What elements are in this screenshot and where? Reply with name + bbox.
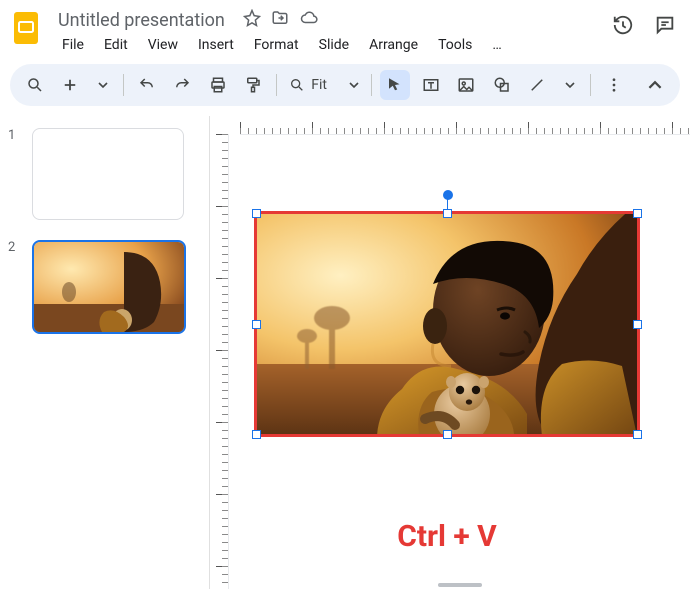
search-menu-button[interactable]	[20, 70, 50, 100]
doc-title[interactable]: Untitled presentation	[54, 8, 229, 31]
separator	[371, 74, 372, 96]
textbox-tool[interactable]	[416, 70, 446, 100]
line-tool[interactable]	[523, 70, 553, 100]
thumb-number: 1	[8, 128, 22, 143]
resize-handle-s[interactable]	[443, 430, 452, 439]
image-tool[interactable]	[451, 70, 481, 100]
resize-handle-e[interactable]	[633, 320, 642, 329]
speaker-notes-handle[interactable]	[438, 583, 482, 587]
slide-frame[interactable]: Ctrl + V	[254, 211, 664, 437]
shape-tool[interactable]	[487, 70, 517, 100]
cloud-status-icon[interactable]	[299, 9, 319, 31]
redo-button[interactable]	[167, 70, 197, 100]
new-slide-button[interactable]	[56, 70, 86, 100]
rotation-handle[interactable]	[443, 190, 453, 200]
ruler-horizontal	[240, 116, 690, 135]
resize-handle-n[interactable]	[443, 209, 452, 218]
thumb-number: 2	[8, 240, 22, 255]
paint-format-button[interactable]	[239, 70, 269, 100]
version-history-icon[interactable]	[612, 14, 634, 40]
separator	[276, 74, 277, 96]
zoom-dropdown[interactable]: Fit	[285, 70, 363, 100]
comments-icon[interactable]	[654, 14, 676, 40]
separator	[123, 74, 124, 96]
resize-handle-ne[interactable]	[633, 209, 642, 218]
slide-thumb-1[interactable]	[32, 128, 184, 220]
filmstrip: 1 2	[0, 116, 210, 589]
menu-bar: File Edit View Insert Format Slide Arran…	[54, 33, 510, 57]
resize-handle-sw[interactable]	[252, 430, 261, 439]
move-folder-icon[interactable]	[271, 9, 289, 31]
menu-tools[interactable]: Tools	[430, 33, 480, 57]
pasted-image-selection[interactable]	[254, 211, 640, 437]
menu-format[interactable]: Format	[246, 33, 307, 57]
slide-thumb-2[interactable]	[32, 240, 186, 334]
separator	[590, 74, 591, 96]
toolbar-collapse-button[interactable]	[640, 70, 670, 100]
line-tool-dropdown[interactable]	[558, 70, 582, 100]
undo-button[interactable]	[132, 70, 162, 100]
menu-overflow[interactable]: …	[484, 33, 509, 57]
menu-file[interactable]: File	[54, 33, 92, 57]
menu-slide[interactable]: Slide	[311, 33, 357, 57]
print-button[interactable]	[203, 70, 233, 100]
zoom-label: Fit	[309, 77, 333, 93]
menu-edit[interactable]: Edit	[96, 33, 136, 57]
toolbar: Fit	[10, 64, 680, 106]
star-icon[interactable]	[243, 9, 261, 31]
toolbar-overflow[interactable]	[599, 70, 629, 100]
new-slide-dropdown[interactable]	[91, 70, 115, 100]
resize-handle-nw[interactable]	[252, 209, 261, 218]
pasted-image[interactable]	[257, 214, 637, 434]
shortcut-annotation: Ctrl + V	[254, 519, 640, 554]
app-logo[interactable]	[8, 10, 44, 46]
menu-arrange[interactable]: Arrange	[361, 33, 426, 57]
ruler-vertical	[210, 134, 229, 589]
menu-insert[interactable]: Insert	[190, 33, 242, 57]
resize-handle-se[interactable]	[633, 430, 642, 439]
menu-view[interactable]: View	[140, 33, 186, 57]
resize-handle-w[interactable]	[252, 320, 261, 329]
select-tool[interactable]	[380, 70, 410, 100]
slide-canvas-area: Ctrl + V	[210, 116, 690, 589]
